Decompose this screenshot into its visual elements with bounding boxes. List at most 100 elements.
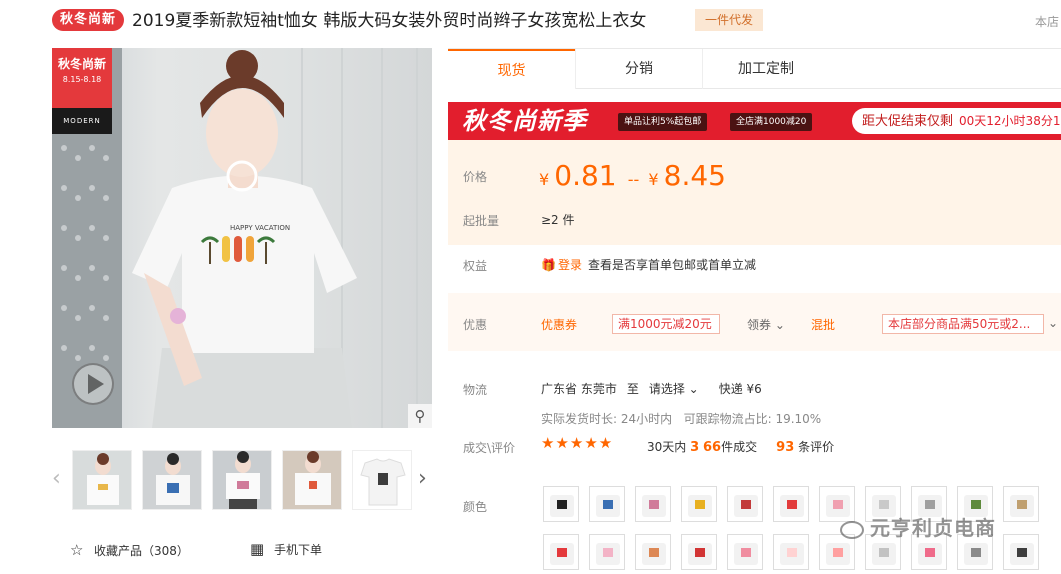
favorite-label: 收藏产品（308） — [94, 544, 189, 558]
claim-coupon-dropdown[interactable]: 领券 ⌄ — [747, 316, 785, 333]
rights-label: 权益 — [463, 259, 488, 273]
color-swatch[interactable] — [635, 534, 671, 570]
promo-badge: 秋冬尚新 — [52, 9, 124, 31]
swatch-print — [649, 548, 659, 557]
favorite-button[interactable]: ☆ 收藏产品（308） — [70, 540, 189, 561]
chevron-down-icon[interactable]: ⌄ — [1048, 316, 1058, 330]
swatch-print — [925, 500, 935, 509]
review-suffix: 条评价 — [798, 440, 835, 454]
price-min: 0.81 — [554, 159, 617, 192]
color-swatch[interactable] — [543, 486, 579, 522]
swatch-print — [741, 548, 751, 557]
coupon-tag[interactable]: 满1000元减20元 — [612, 314, 720, 334]
swatch-print — [925, 548, 935, 557]
price-separator: -- — [627, 170, 640, 189]
deals-count-2: 66 — [702, 440, 722, 455]
color-swatch[interactable] — [681, 486, 717, 522]
review-count[interactable]: 93 — [776, 440, 794, 455]
image-promo-badge: 秋冬尚新 8.15-8.18 — [52, 48, 112, 108]
swatch-print — [695, 500, 705, 509]
tab-bar: 现货 分销 加工定制 — [448, 48, 1061, 89]
banner-title: 秋冬尚新季 — [462, 107, 587, 135]
watermark: 元亨利贞电商 — [840, 512, 996, 541]
color-swatch[interactable] — [681, 534, 717, 570]
star-icon: ☆ — [70, 541, 84, 559]
swatch-print — [649, 500, 659, 509]
swatch-print — [787, 500, 797, 509]
tab-distribution[interactable]: 分销 — [575, 49, 702, 89]
play-icon[interactable] — [72, 363, 114, 405]
color-swatch[interactable] — [1003, 534, 1039, 570]
wechat-icon — [840, 520, 864, 539]
swatch-print — [879, 500, 889, 509]
swatch-print — [1017, 500, 1027, 509]
destination-select[interactable]: 请选择 ⌄ — [649, 382, 699, 396]
price-range: ¥ 0.81 -- ¥ 8.45 — [539, 158, 728, 198]
gift-icon: 🎁 — [541, 258, 556, 272]
color-swatch[interactable] — [727, 486, 763, 522]
trackable-ratio: 可跟踪物流占比: 19.10% — [683, 412, 822, 426]
swatch-print — [603, 548, 613, 557]
deals-row: 30天内 3 66件成交 93 条评价 — [647, 438, 834, 455]
store-link[interactable]: 本店 — [1035, 13, 1059, 30]
swatch-print — [833, 548, 843, 557]
moq-value: ≥2 件 — [541, 213, 575, 227]
rights-text: 查看是否享首单包邮或首单立减 — [587, 258, 756, 272]
price-label: 价格 — [463, 170, 488, 184]
swatch-print — [833, 500, 843, 509]
swatch-print — [1017, 548, 1027, 557]
countdown-timer: 00天12小时38分18 — [959, 114, 1061, 128]
tab-custom-processing[interactable]: 加工定制 — [702, 49, 829, 89]
tab-in-stock[interactable]: 现货 — [448, 49, 575, 89]
dropship-tag[interactable]: 一件代发 — [695, 9, 763, 31]
swatch-print — [603, 500, 613, 509]
color-swatch[interactable] — [1003, 486, 1039, 522]
logistics-label: 物流 — [463, 383, 488, 397]
swatch-print — [741, 500, 751, 509]
countdown: 距大促结束仅剩 00天12小时38分18 — [852, 108, 1061, 134]
color-swatch[interactable] — [589, 534, 625, 570]
swatch-print — [787, 548, 797, 557]
swatch-print — [557, 548, 567, 557]
rights-row: 🎁 登录 查看是否享首单包邮或首单立减 — [541, 256, 756, 273]
watermark-text: 元亨利贞电商 — [870, 516, 996, 540]
coupon-title: 优惠券 — [541, 318, 578, 332]
mobile-order-button[interactable]: ▦ 手机下单 — [250, 539, 322, 560]
thumbnail[interactable] — [212, 450, 272, 510]
thumbnail[interactable] — [352, 450, 412, 510]
shirt-print-text: HAPPY VACATION — [230, 224, 290, 232]
color-swatch[interactable] — [635, 486, 671, 522]
login-link[interactable]: 登录 — [558, 258, 582, 272]
color-label: 颜色 — [463, 500, 488, 514]
thumbnail[interactable] — [72, 450, 132, 510]
swatch-print — [695, 548, 705, 557]
deals-label: 成交\评价 — [463, 441, 516, 455]
rating-stars: ★★★★★ — [541, 434, 614, 452]
thumbnail[interactable] — [282, 450, 342, 510]
mixed-batch-tag[interactable]: 本店部分商品满50元或2... — [882, 314, 1044, 334]
banner-chip-free-shipping: 单品让利5%起包邮 — [618, 113, 708, 131]
product-title: 2019夏季新款短袖t恤女 韩版大码女装外贸时尚辫子女孩宽松上衣女 — [132, 11, 647, 31]
moq-label: 起批量 — [463, 214, 500, 228]
ship-time: 实际发货时长: 24小时内 — [541, 412, 673, 426]
image-badge-dates: 8.15-8.18 — [62, 75, 102, 84]
promo-banner[interactable]: 秋冬尚新季 单品让利5%起包邮 全店满1000减20 距大促结束仅剩 00天12小… — [448, 102, 1061, 140]
mixed-batch-label: 混批 — [811, 318, 836, 332]
color-swatch[interactable] — [589, 486, 625, 522]
chevron-right-icon[interactable]: › — [418, 467, 432, 491]
zoom-icon[interactable]: ⚲ — [408, 404, 432, 428]
color-swatch[interactable] — [543, 534, 579, 570]
ship-to-label: 至 — [626, 382, 639, 396]
brand-logo: MODERN — [52, 108, 112, 134]
currency-symbol: ¥ — [648, 170, 659, 189]
thumbnail[interactable] — [142, 450, 202, 510]
deals-period: 30天内 — [647, 440, 687, 454]
color-swatch[interactable] — [773, 534, 809, 570]
deals-suffix: 件成交 — [721, 440, 758, 454]
color-swatch[interactable] — [773, 486, 809, 522]
main-product-image[interactable]: HAPPY VACATION 秋冬尚新 8.15-8.18 MODERN ⚲ — [52, 48, 432, 428]
swatch-print — [879, 548, 889, 557]
color-swatch[interactable] — [727, 534, 763, 570]
chevron-left-icon[interactable]: ‹ — [52, 467, 66, 491]
logistics-stats: 实际发货时长: 24小时内 可跟踪物流占比: 19.10% — [541, 410, 821, 427]
